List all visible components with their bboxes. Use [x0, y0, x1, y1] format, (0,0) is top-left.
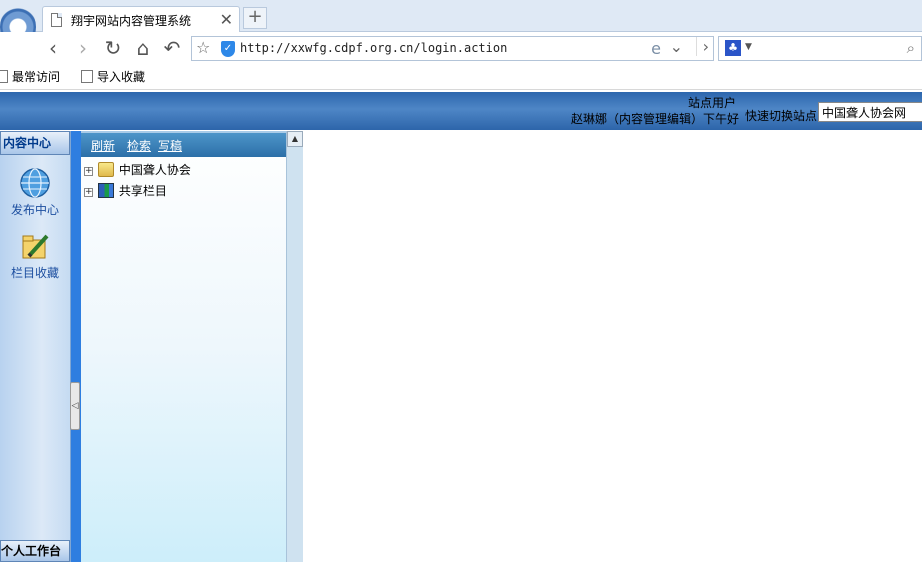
divider-stripe [71, 131, 81, 562]
tree-node-deaf-association[interactable]: + 中国聋人协会 [84, 161, 191, 179]
rail-item-column-favorites[interactable]: 栏目收藏 [0, 230, 70, 281]
bookmark-label: 最常访问 [12, 70, 61, 84]
shared-columns-icon [97, 183, 114, 198]
back-icon[interactable]: ‹ [42, 36, 64, 60]
search-box[interactable]: ♣ ▼ ⌕ [718, 36, 922, 61]
tree-node-label: 中国聋人协会 [118, 163, 191, 177]
expand-icon[interactable]: + [84, 167, 93, 176]
rail-item-publish-center[interactable]: 发布中心 [0, 167, 70, 218]
site-select[interactable]: 中国聋人协会网 [818, 102, 922, 122]
browser-tab[interactable]: 翔宇网站内容管理系统 ✕ [42, 6, 240, 33]
bookmark-most-visited[interactable]: 最常访问 [0, 68, 60, 85]
rail-item-label: 栏目收藏 [10, 266, 59, 280]
undo-icon[interactable]: ↶ [161, 36, 183, 60]
search-engine-icon[interactable]: ♣ [725, 40, 741, 56]
expand-icon[interactable]: + [84, 188, 93, 197]
user-label: 站点用户 [688, 96, 737, 110]
globe-icon [20, 168, 50, 198]
search-link[interactable]: 检索 [127, 137, 151, 154]
tree-node-label: 共享栏目 [118, 184, 167, 198]
reload-icon[interactable]: ↻ [102, 36, 124, 60]
scroll-up-icon[interactable]: ▲ [287, 131, 303, 147]
address-input[interactable]: http://xxwfg.cdpf.org.cn/login.action [240, 41, 507, 55]
star-icon[interactable]: ☆ [196, 38, 210, 57]
app-header: 站点用户 赵琳娜（内容管理编辑）下午好 快速切换站点 中国聋人协会网 [0, 92, 922, 130]
caret-down-icon[interactable]: ▼ [745, 42, 752, 52]
new-tab-button[interactable]: + [243, 7, 267, 29]
rail-item-label: 发布中心 [10, 203, 59, 217]
user-greeting: 赵琳娜（内容管理编辑）下午好 [571, 112, 740, 126]
go-icon[interactable]: › [695, 37, 709, 56]
left-rail: 内容中心 发布中心 栏目收藏 个人工作台 [0, 131, 71, 562]
ie-mode-icon[interactable]: e [651, 39, 661, 58]
tree-panel: 刷新 检索 写稿 + 中国聋人协会 + 共享栏目 [81, 131, 286, 562]
pencil-folder-icon [22, 234, 49, 259]
bookmark-import[interactable]: 导入收藏 [81, 68, 145, 85]
address-bar[interactable]: ☆ ✓ http://xxwfg.cdpf.org.cn/login.actio… [191, 36, 714, 61]
chevron-down-icon[interactable]: ⌄ [670, 37, 683, 56]
collapse-handle[interactable]: ◁ [70, 382, 80, 430]
bookmark-label: 导入收藏 [97, 70, 146, 84]
site-switch-label: 快速切换站点 [745, 109, 818, 123]
bookmarks-bar: 最常访问 导入收藏 [0, 64, 922, 90]
tree-node-shared-columns[interactable]: + 共享栏目 [84, 182, 167, 200]
folder-icon [97, 162, 114, 177]
site-select-value: 中国聋人协会网 [822, 106, 907, 120]
browser-tab-bar: 翔宇网站内容管理系统 ✕ + [0, 0, 922, 50]
refresh-link[interactable]: 刷新 [91, 137, 115, 154]
write-link[interactable]: 写稿 [158, 137, 182, 154]
tree-scrollbar[interactable]: ▲ [286, 131, 303, 562]
page-icon [51, 13, 62, 27]
rail-personal-workspace[interactable]: 个人工作台 [0, 540, 70, 562]
search-icon[interactable]: ⌕ [907, 39, 915, 57]
tab-title: 翔宇网站内容管理系统 [71, 14, 192, 28]
shield-icon: ✓ [221, 41, 235, 57]
import-icon [81, 70, 93, 83]
tree-toolbar: 刷新 检索 写稿 [81, 131, 286, 157]
forward-icon[interactable]: › [72, 36, 94, 60]
rail-title[interactable]: 内容中心 [0, 131, 70, 155]
main-content-area [303, 131, 922, 562]
tab-close-icon[interactable]: ✕ [220, 10, 233, 29]
page-icon [0, 70, 8, 83]
home-icon[interactable]: ⌂ [132, 36, 154, 60]
